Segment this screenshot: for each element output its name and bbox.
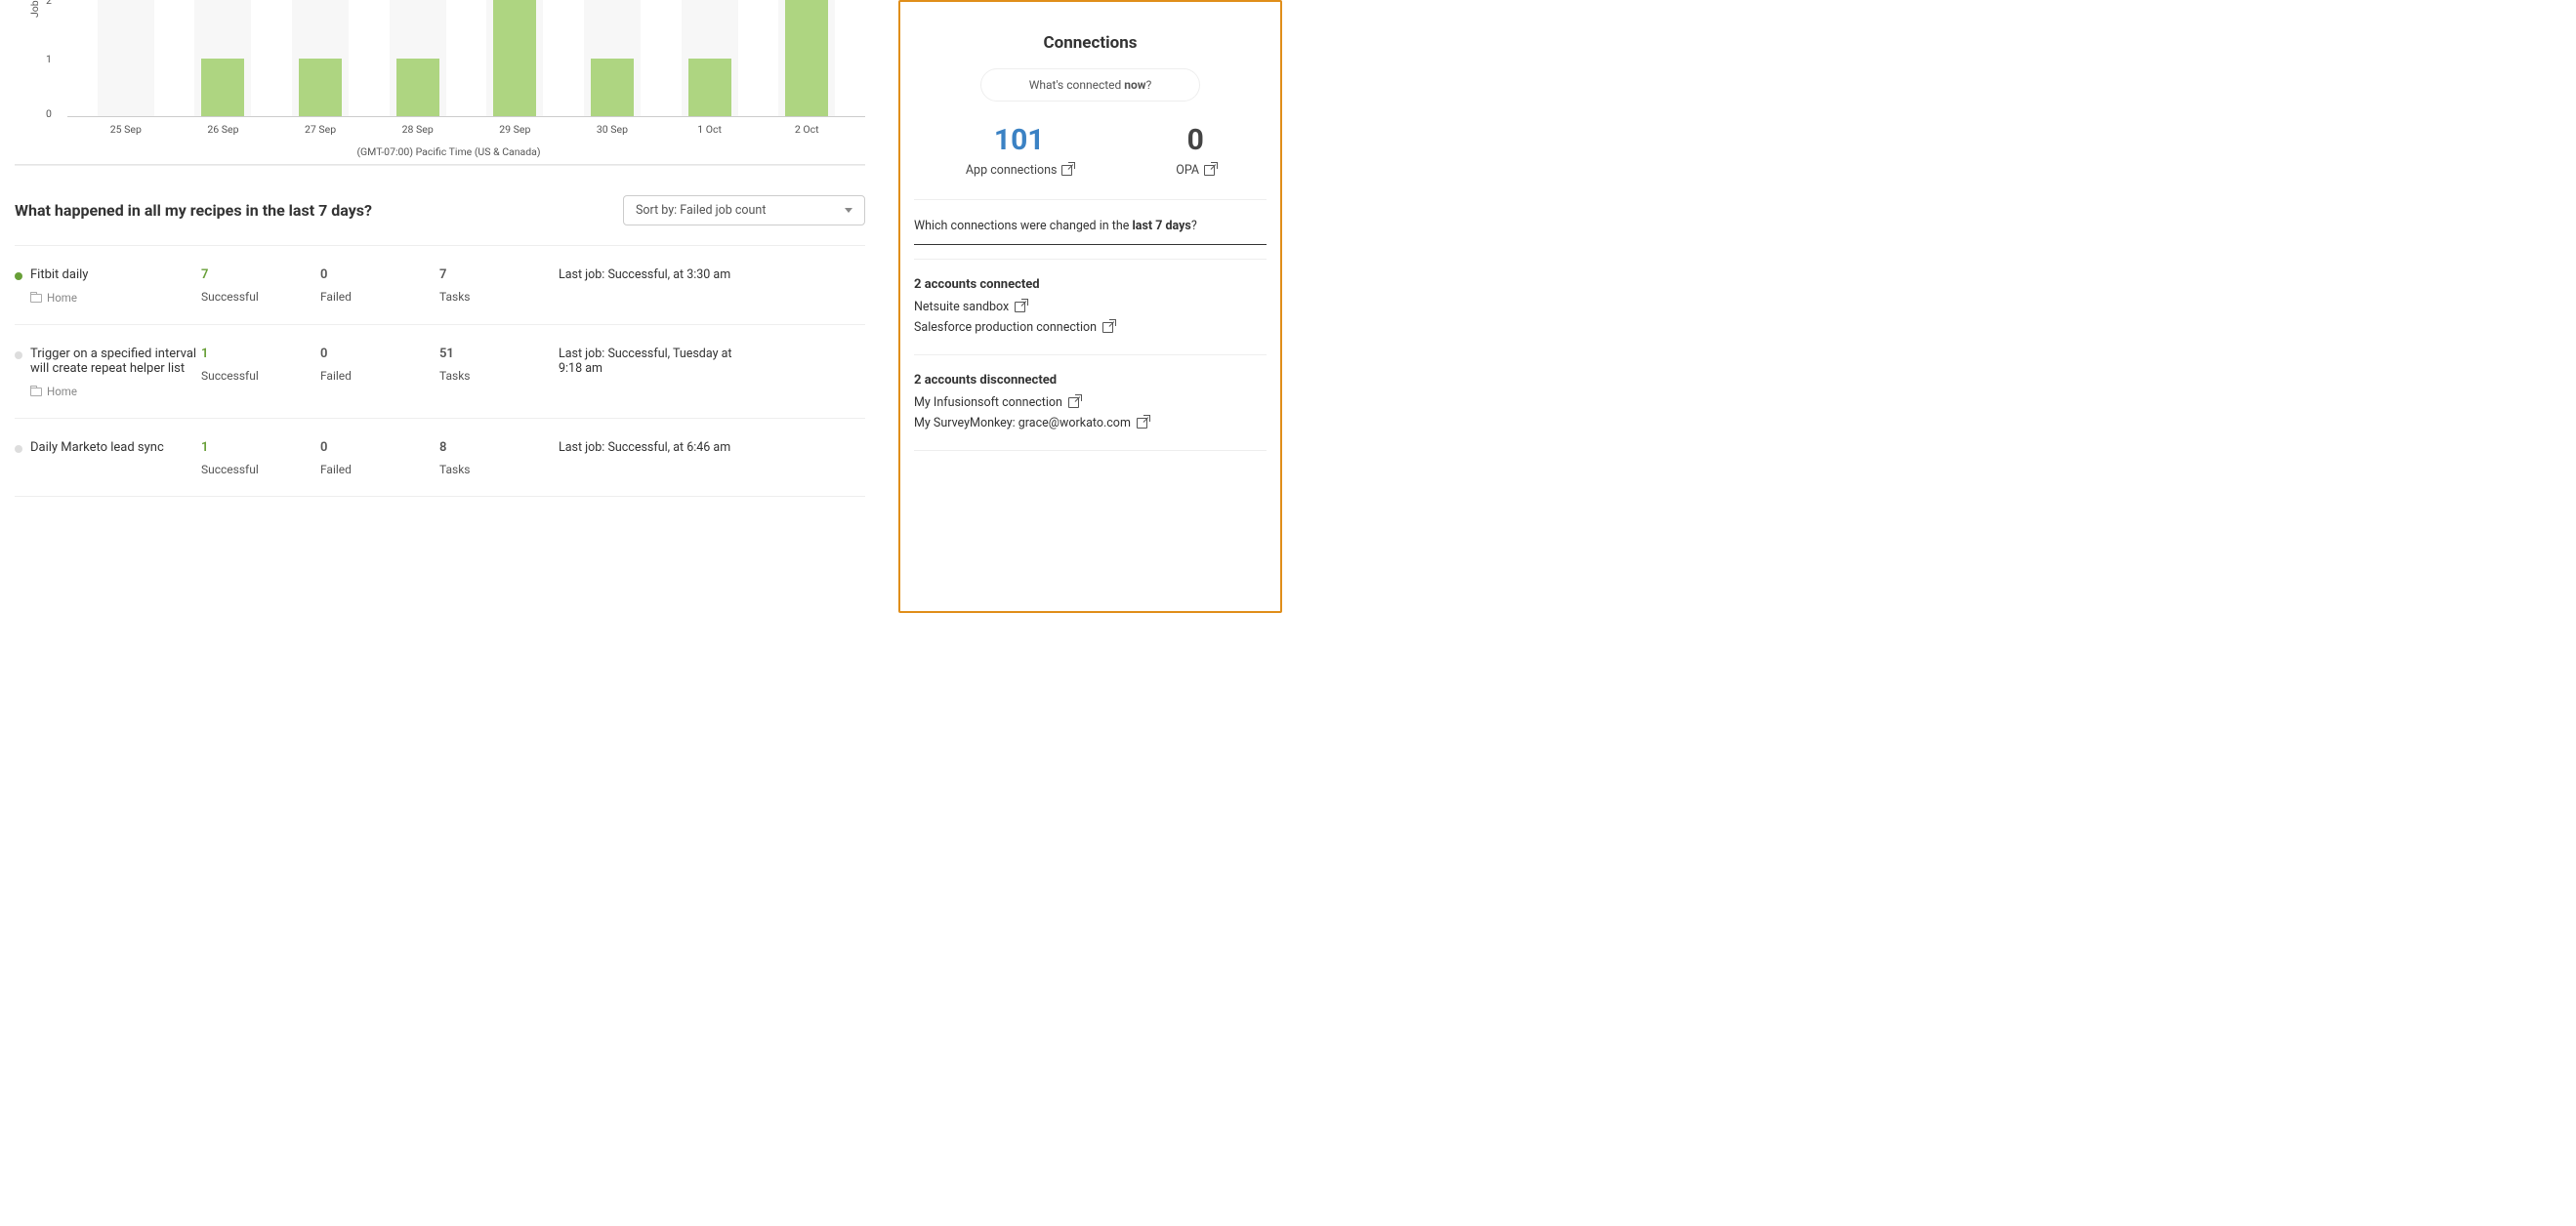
connections-sidebar: Connections What's connected now? 101 Ap…	[893, 0, 1288, 613]
ytick: 1	[46, 53, 52, 65]
xtick: 2 Oct	[778, 123, 835, 136]
failed-count: 0	[320, 267, 439, 282]
tasks-count: 8	[439, 440, 559, 455]
bar[interactable]	[396, 59, 439, 117]
recipe-name: Trigger on a specified interval will cre…	[30, 347, 201, 376]
bar[interactable]	[688, 59, 731, 117]
recipe-row[interactable]: Trigger on a specified interval will cre…	[15, 325, 865, 419]
opa-count: 0	[1176, 123, 1215, 157]
bar-slot	[98, 0, 154, 116]
tasks-label: Tasks	[439, 463, 559, 476]
last-job: Last job: Successful, Tuesday at 9:18 am	[559, 347, 754, 398]
folder-icon	[30, 388, 42, 396]
successful-label: Successful	[201, 463, 320, 476]
bar-slot	[194, 0, 251, 116]
bar-slot	[486, 0, 543, 116]
accounts-connected-heading: 2 accounts connected	[914, 277, 1267, 292]
xtick: 27 Sep	[292, 123, 349, 136]
bar[interactable]	[591, 59, 634, 117]
tasks-label: Tasks	[439, 369, 559, 383]
external-link-icon	[1204, 165, 1215, 176]
failed-label: Failed	[320, 290, 439, 304]
external-link-icon	[1068, 397, 1079, 408]
chevron-down-icon	[845, 208, 852, 213]
status-dot	[15, 445, 22, 453]
recipe-name: Fitbit daily	[30, 267, 201, 282]
tasks-count: 7	[439, 267, 559, 282]
xtick: 26 Sep	[194, 123, 251, 136]
successful-count: 1	[201, 347, 320, 361]
xtick: 1 Oct	[682, 123, 738, 136]
external-link-icon	[1137, 418, 1147, 429]
xtick: 25 Sep	[98, 123, 154, 136]
external-link-icon	[1061, 165, 1072, 176]
successful-count: 1	[201, 440, 320, 455]
status-dot	[15, 351, 22, 359]
failed-label: Failed	[320, 369, 439, 383]
chart-ylabel: Jobs	[28, 0, 41, 18]
sort-label: Sort by: Failed job count	[636, 203, 766, 218]
bar-slot	[292, 0, 349, 116]
connection-link[interactable]: My Infusionsoft connection	[914, 395, 1267, 410]
connected-now-pill[interactable]: What's connected now?	[980, 68, 1200, 102]
last-job: Last job: Successful, at 6:46 am	[559, 440, 730, 476]
chart-timezone: (GMT-07:00) Pacific Time (US & Canada)	[32, 145, 865, 158]
connections-title: Connections	[914, 33, 1267, 53]
app-connections-count: 101	[966, 123, 1073, 157]
status-dot	[15, 272, 22, 280]
recipe-folder[interactable]: Home	[30, 385, 201, 398]
successful-label: Successful	[201, 290, 320, 304]
recipes-panel: What happened in all my recipes in the l…	[15, 165, 865, 497]
bar[interactable]	[299, 59, 342, 117]
bar[interactable]	[493, 0, 536, 116]
recipe-folder[interactable]: Home	[30, 291, 201, 305]
changed-connections-question: Which connections were changed in the la…	[914, 218, 1267, 236]
failed-count: 0	[320, 440, 439, 455]
ytick: 0	[46, 107, 52, 120]
bar-slot	[584, 0, 641, 116]
bar-slot	[778, 0, 835, 116]
app-connections-stat[interactable]: 101 App connections	[966, 123, 1073, 178]
connection-link[interactable]: My SurveyMonkey: grace@workato.com	[914, 416, 1267, 430]
failed-count: 0	[320, 347, 439, 361]
failed-label: Failed	[320, 463, 439, 476]
folder-icon	[30, 294, 42, 303]
main-panel: Jobs 2 1 0 25 Sep 26 Sep 27 Sep 28 Sep 29 Se…	[0, 0, 893, 613]
successful-count: 7	[201, 267, 320, 282]
bar[interactable]	[785, 0, 828, 116]
opa-stat[interactable]: 0 OPA	[1176, 123, 1215, 178]
recipe-name: Daily Marketo lead sync	[30, 440, 201, 455]
recipe-row[interactable]: Daily Marketo lead sync 1 Successful 0 F…	[15, 419, 865, 497]
xtick: 28 Sep	[390, 123, 446, 136]
recipe-row[interactable]: Fitbit daily Home 7 Successful 0 Failed …	[15, 246, 865, 325]
sort-dropdown[interactable]: Sort by: Failed job count	[623, 195, 865, 225]
connection-link[interactable]: Netsuite sandbox	[914, 300, 1267, 314]
xtick: 30 Sep	[584, 123, 641, 136]
ytick: 2	[46, 0, 52, 7]
successful-label: Successful	[201, 369, 320, 383]
jobs-chart: Jobs 2 1 0 25 Sep26 Sep27 Sep28 Sep29 Se…	[32, 0, 865, 146]
external-link-icon	[1015, 302, 1025, 312]
tasks-count: 51	[439, 347, 559, 361]
accounts-disconnected-heading: 2 accounts disconnected	[914, 373, 1267, 388]
external-link-icon	[1102, 322, 1113, 333]
bar-slot	[390, 0, 446, 116]
xtick: 29 Sep	[486, 123, 543, 136]
recipes-heading: What happened in all my recipes in the l…	[15, 201, 372, 220]
last-job: Last job: Successful, at 3:30 am	[559, 267, 730, 305]
connection-link[interactable]: Salesforce production connection	[914, 320, 1267, 335]
bar-slot	[682, 0, 738, 116]
bar[interactable]	[201, 59, 244, 117]
tasks-label: Tasks	[439, 290, 559, 304]
